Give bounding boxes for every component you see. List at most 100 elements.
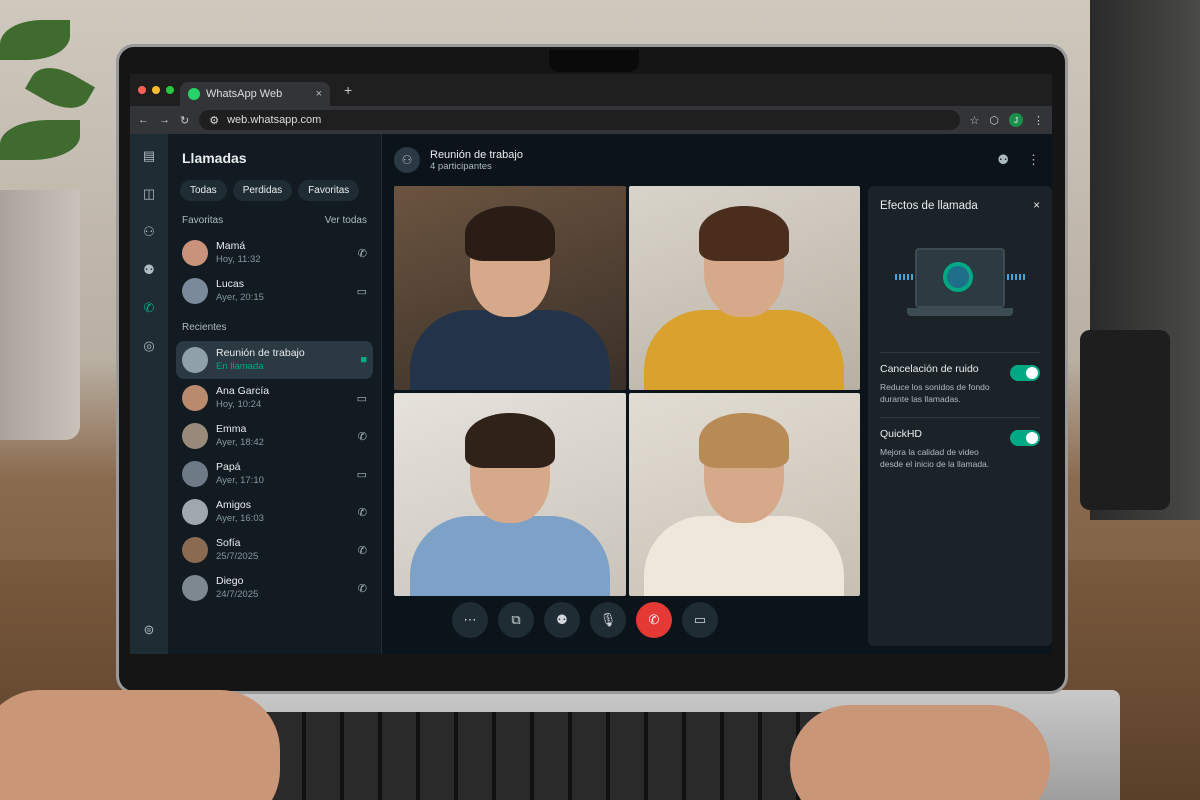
minimize-window-dot[interactable] <box>152 86 160 94</box>
address-bar[interactable]: ⚙ web.whatsapp.com <box>199 110 960 130</box>
list-item[interactable]: Sofía 25/7/2025 ✆ <box>176 531 373 569</box>
screen-share-button[interactable]: ⧉ <box>498 602 534 638</box>
plant-leaf <box>0 20 70 60</box>
avatar <box>182 537 208 563</box>
avatar <box>182 385 208 411</box>
meta-ai-icon[interactable]: ◎ <box>143 338 154 354</box>
end-call-button[interactable]: ✆ <box>636 602 672 638</box>
video-tile[interactable] <box>628 186 860 390</box>
video-icon[interactable]: ▭ <box>357 468 367 481</box>
participant-body <box>409 309 610 390</box>
video-tile[interactable] <box>394 392 626 596</box>
photo-scene: WhatsApp Web × + ← → ↻ ⚙ web.whatsapp.co… <box>0 0 1200 800</box>
filter-perdidas[interactable]: Perdidas <box>232 180 293 201</box>
right-hand <box>790 705 1050 800</box>
background-device <box>1080 330 1170 510</box>
noise-cancellation-option: Cancelación de ruido Reduce los sonidos … <box>880 352 1040 417</box>
plant-pot <box>0 190 80 440</box>
favorite-item[interactable]: Mamá Hoy, 11:32 ✆ <box>176 234 373 272</box>
extensions-icon[interactable]: ⬡ <box>989 114 999 127</box>
browser-tab[interactable]: WhatsApp Web × <box>180 82 330 106</box>
filter-favoritas[interactable]: Favoritas <box>298 180 360 201</box>
plant-leaf <box>25 57 95 119</box>
call-status: En llamada <box>216 361 264 372</box>
reload-icon[interactable]: ↻ <box>180 114 189 127</box>
bookmark-star-icon[interactable]: ☆ <box>970 114 980 127</box>
call-time: 24/7/2025 <box>216 589 259 600</box>
phone-icon[interactable]: ✆ <box>358 247 367 260</box>
call-area: ⚇ Reunión de trabajo 4 participantes ⚉ ⋮ <box>382 134 1052 654</box>
close-tab-icon[interactable]: × <box>316 88 322 100</box>
sound-wave <box>1003 274 1025 280</box>
laptop-illustration-base <box>907 308 1013 316</box>
video-tile[interactable] <box>394 186 626 390</box>
call-time: 25/7/2025 <box>216 551 259 562</box>
recents-heading: Recientes <box>182 322 227 333</box>
quickhd-option: QuickHD Mejora la calidad de video desde… <box>880 417 1040 482</box>
phone-icon[interactable]: ✆ <box>358 506 367 519</box>
contact-name: Mamá <box>216 240 246 252</box>
favorite-item[interactable]: Lucas Ayer, 20:15 ▭ <box>176 272 373 310</box>
contact-name: Lucas <box>216 278 245 290</box>
quickhd-toggle[interactable] <box>1010 430 1040 446</box>
whatsapp-app: ▤ ◫ ⚇ ⚉ ✆ ◎ ⊜ Llamadas Todas Perdidas Fa… <box>130 134 1052 654</box>
list-item-selected[interactable]: Reunión de trabajo En llamada ■ <box>176 341 373 379</box>
participant-count: 4 participantes <box>430 160 492 172</box>
noise-cancellation-toggle[interactable] <box>1010 365 1040 381</box>
video-grid <box>394 186 860 596</box>
phone-icon[interactable]: ✆ <box>358 582 367 595</box>
laptop-screen: WhatsApp Web × + ← → ↻ ⚙ web.whatsapp.co… <box>130 74 1052 654</box>
call-controls: ⋯ ⧉ ⚉ 🎙 ✆ ▭ <box>452 602 718 638</box>
call-title: Reunión de trabajo <box>430 148 523 161</box>
site-info-icon[interactable]: ⚙ <box>209 114 219 127</box>
video-icon[interactable]: ▭ <box>357 392 367 405</box>
calls-icon[interactable]: ✆ <box>144 300 155 316</box>
back-icon[interactable]: ← <box>138 114 149 126</box>
avatar <box>182 575 208 601</box>
microphone-button[interactable]: 🎙 <box>590 602 626 638</box>
new-tab-button[interactable]: + <box>344 82 352 98</box>
call-time: Hoy, 11:32 <box>216 254 261 265</box>
call-time: Ayer, 16:03 <box>216 513 264 524</box>
contact-name: Sofía <box>216 537 241 549</box>
camera-button[interactable]: ▭ <box>682 602 718 638</box>
camera-notch <box>549 50 639 72</box>
call-time: Ayer, 17:10 <box>216 475 264 486</box>
list-item[interactable]: Amigos Ayer, 16:03 ✆ <box>176 493 373 531</box>
nav-rail: ▤ ◫ ⚇ ⚉ ✆ ◎ ⊜ <box>130 134 168 654</box>
video-tile[interactable] <box>628 392 860 596</box>
video-icon[interactable]: ▭ <box>357 285 367 298</box>
phone-icon[interactable]: ✆ <box>358 544 367 557</box>
profile-avatar[interactable]: J <box>1009 113 1023 127</box>
status-icon[interactable]: ◫ <box>143 186 155 202</box>
participants-button[interactable]: ⚉ <box>544 602 580 638</box>
call-time: Ayer, 18:42 <box>216 437 264 448</box>
avatar <box>182 423 208 449</box>
close-icon[interactable]: × <box>1033 200 1040 212</box>
see-all-link[interactable]: Ver todas <box>325 215 367 226</box>
list-item[interactable]: Emma Ayer, 18:42 ✆ <box>176 417 373 455</box>
maximize-window-dot[interactable] <box>166 86 174 94</box>
tab-title: WhatsApp Web <box>206 88 283 100</box>
settings-icon[interactable]: ⊜ <box>144 622 155 638</box>
browser-menu-icon[interactable]: ⋮ <box>1033 114 1044 127</box>
list-item[interactable]: Diego 24/7/2025 ✆ <box>176 569 373 607</box>
contacts-icon[interactable]: ⚉ <box>143 262 155 278</box>
participants-icon[interactable]: ⚉ <box>997 152 1009 168</box>
video-icon[interactable]: ■ <box>360 354 367 366</box>
more-options-icon[interactable]: ⋮ <box>1027 152 1040 168</box>
avatar <box>182 499 208 525</box>
close-window-dot[interactable] <box>138 86 146 94</box>
list-item[interactable]: Ana García Hoy, 10:24 ▭ <box>176 379 373 417</box>
filter-chips: Todas Perdidas Favoritas <box>180 180 373 201</box>
group-icon: ⚇ <box>394 147 420 173</box>
filter-todas[interactable]: Todas <box>180 180 227 201</box>
list-item[interactable]: Papá Ayer, 17:10 ▭ <box>176 455 373 493</box>
communities-icon[interactable]: ⚇ <box>143 224 155 240</box>
chats-icon[interactable]: ▤ <box>143 148 155 164</box>
option-title: QuickHD <box>880 428 923 440</box>
more-actions-button[interactable]: ⋯ <box>452 602 488 638</box>
phone-icon[interactable]: ✆ <box>358 430 367 443</box>
forward-icon[interactable]: → <box>159 114 170 126</box>
contact-name: Ana García <box>216 385 270 397</box>
